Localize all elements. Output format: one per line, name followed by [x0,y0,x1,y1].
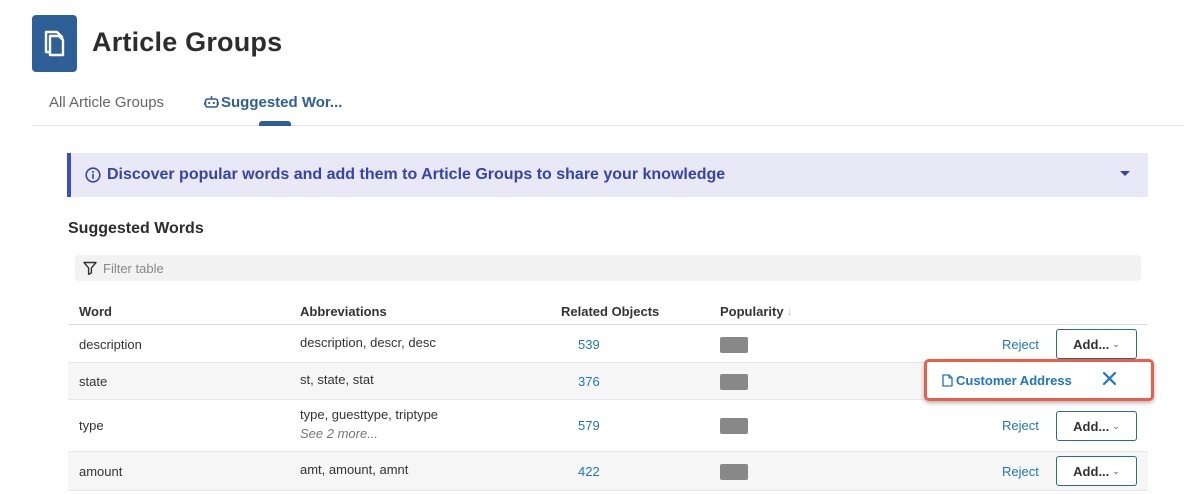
add-button[interactable]: Add... ⌄ [1056,329,1137,359]
popularity-bar [720,464,748,480]
tab-label: Suggested Wor... [221,94,343,111]
column-header-popularity[interactable]: Popularity ↓ [720,304,792,319]
abbreviations-cell: type, guesttype, triptype See 2 more... [300,407,438,441]
table-row: amount amt, amount, amnt 422 Reject Add.… [68,452,1148,491]
page-title: Article Groups [92,27,283,57]
popularity-bar [720,337,748,353]
document-stack-icon [44,30,64,56]
chevron-down-icon: ⌄ [1112,420,1120,431]
column-header-related-objects[interactable]: Related Objects [561,304,659,319]
add-button-label: Add... [1073,463,1110,479]
assigned-article-group: Customer Address [924,359,1154,401]
column-header-label: Popularity [720,304,784,319]
filter-icon [83,261,97,275]
column-header-abbreviations[interactable]: Abbreviations [300,304,387,319]
add-button-label: Add... [1073,336,1110,352]
add-button-label: Add... [1073,418,1110,434]
info-banner: Discover popular words and add them to A… [67,153,1148,197]
table-row: type type, guesttype, triptype See 2 mor… [68,400,1148,452]
abbreviations-text: type, guesttype, triptype [300,407,439,422]
chevron-down-icon: ⌄ [1112,338,1120,349]
reject-link[interactable]: Reject [1002,418,1039,433]
reject-link[interactable]: Reject [1002,464,1039,479]
table-row: description description, descr, desc 539… [68,325,1148,363]
popularity-bar [720,374,748,390]
tab-all-article-groups[interactable]: All Article Groups [49,90,164,126]
filter-input[interactable] [103,260,503,276]
document-icon [942,373,953,387]
popularity-bar [720,418,748,434]
abbreviations-cell: st, state, stat [300,372,374,387]
abbreviations-cell: description, descr, desc [300,335,436,350]
sort-descending-icon: ↓ [786,305,793,318]
tab-bar: All Article Groups Suggested Wor... [32,90,1184,126]
related-objects-link[interactable]: 579 [578,418,600,433]
app-icon [32,15,77,72]
table-header: Word Abbreviations Related Objects Popul… [68,296,1148,325]
banner-text: Discover popular words and add them to A… [107,166,726,183]
filter-bar [75,255,1141,281]
word-cell: amount [79,464,123,479]
chevron-down-icon: ⌄ [1112,465,1120,476]
related-objects-link[interactable]: 539 [578,337,600,352]
active-tab-indicator [259,121,291,126]
related-objects-link[interactable]: 422 [578,464,600,479]
reject-link[interactable]: Reject [1002,337,1039,352]
tab-label: All Article Groups [49,94,165,111]
see-more-link[interactable]: See 2 more... [300,426,438,441]
close-icon[interactable] [1102,371,1117,386]
article-group-link[interactable]: Customer Address [956,373,1072,388]
robot-icon [204,96,219,108]
word-cell: state [79,374,108,389]
word-cell: description [79,337,142,352]
add-button[interactable]: Add... ⌄ [1056,456,1137,486]
column-header-word[interactable]: Word [79,304,112,319]
add-button[interactable]: Add... ⌄ [1056,411,1137,441]
caret-down-icon[interactable] [1120,171,1130,176]
section-title: Suggested Words [68,220,204,237]
info-icon [85,167,101,183]
abbreviations-cell: amt, amount, amnt [300,462,409,477]
related-objects-link[interactable]: 376 [578,374,600,389]
word-cell: type [79,418,104,433]
